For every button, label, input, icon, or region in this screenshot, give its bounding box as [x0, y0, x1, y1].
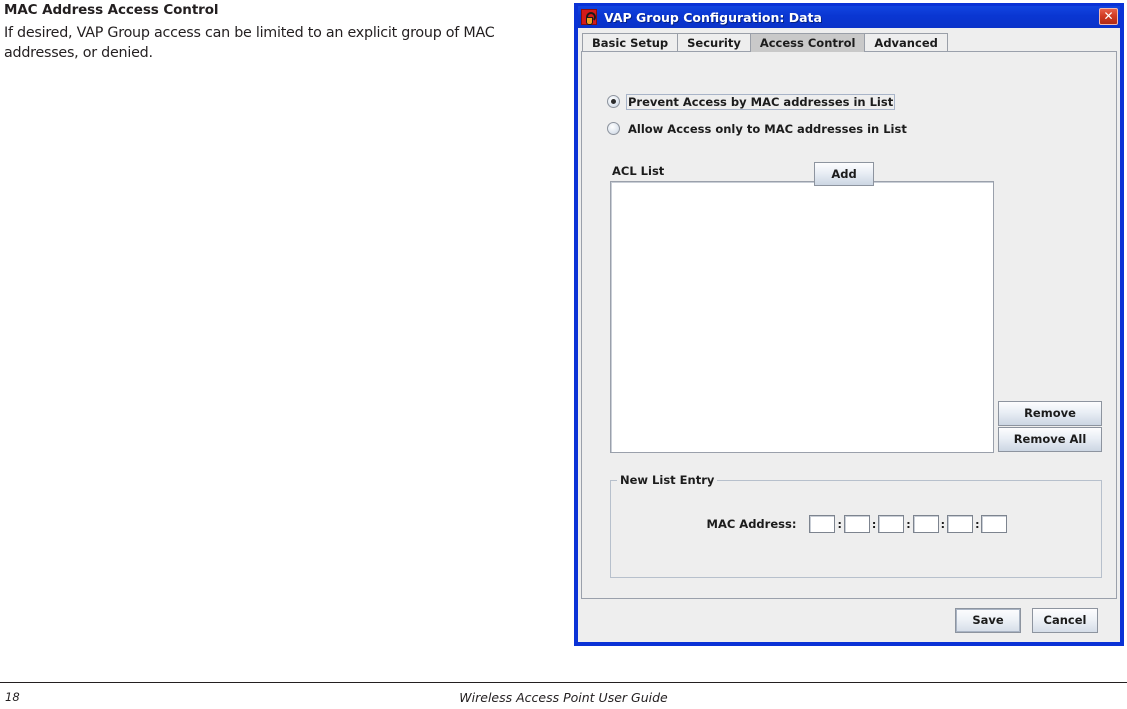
- mac-octet-input-3[interactable]: [878, 515, 905, 533]
- page-body-text: If desired, VAP Group access can be limi…: [4, 25, 495, 61]
- dialog-button-bar: Save Cancel: [581, 601, 1117, 639]
- mac-separator-2: :: [871, 517, 877, 531]
- mac-separator-5: :: [975, 517, 980, 531]
- mac-separator-3: :: [906, 517, 911, 531]
- mac-octet-input-5[interactable]: [947, 515, 974, 533]
- mac-address-label: MAC Address:: [706, 517, 797, 531]
- mac-octet-input-1[interactable]: [809, 515, 836, 533]
- dialog-title: VAP Group Configuration: Data: [604, 9, 822, 25]
- tab-advanced[interactable]: Advanced: [864, 33, 948, 52]
- add-button[interactable]: Add: [814, 162, 874, 186]
- radio-button-allow-access[interactable]: [607, 122, 620, 135]
- mac-separator-4: :: [940, 517, 946, 531]
- vap-group-configuration-dialog: VAP Group Configuration: Data ✕ Basic Se…: [575, 4, 1123, 645]
- page-title: MAC Address Access Control: [4, 2, 219, 18]
- manual-text-column: MAC Address Access Control If desired, V…: [4, 0, 556, 63]
- dialog-titlebar[interactable]: VAP Group Configuration: Data ✕: [578, 6, 1120, 28]
- remove-button[interactable]: Remove: [998, 401, 1102, 426]
- tab-access-control[interactable]: Access Control: [749, 33, 866, 52]
- radio-label-prevent-access: Prevent Access by MAC addresses in List: [626, 93, 896, 110]
- mac-octet-input-2[interactable]: [843, 515, 870, 533]
- acl-list-label: ACL List: [612, 164, 665, 178]
- save-button[interactable]: Save: [955, 607, 1021, 633]
- footer-guide-title: Wireless Access Point User Guide: [459, 690, 668, 705]
- mac-address-row: MAC Address: : : : : :: [611, 515, 1103, 533]
- java-coffee-cup-icon: [581, 9, 597, 25]
- remove-all-button[interactable]: Remove All: [998, 427, 1102, 452]
- new-list-entry-legend: New List Entry: [617, 473, 718, 487]
- cancel-button[interactable]: Cancel: [1032, 607, 1098, 633]
- access-control-panel: Prevent Access by MAC addresses in List …: [581, 51, 1117, 599]
- tab-security[interactable]: Security: [677, 33, 751, 52]
- radio-option-allow-access[interactable]: Allow Access only to MAC addresses in Li…: [607, 120, 909, 137]
- acl-list-box[interactable]: [610, 181, 994, 453]
- new-list-entry-group: New List Entry MAC Address: : : : : :: [610, 473, 1103, 578]
- tab-bar: Basic Setup Security Access Control Adva…: [578, 28, 1120, 52]
- mac-separator-1: :: [837, 517, 842, 531]
- radio-option-prevent-access[interactable]: Prevent Access by MAC addresses in List: [607, 93, 896, 110]
- mac-octet-input-6[interactable]: [981, 515, 1008, 533]
- close-icon[interactable]: ✕: [1099, 8, 1118, 25]
- footer-divider: [0, 682, 1127, 683]
- radio-button-prevent-access[interactable]: [607, 95, 620, 108]
- mac-octet-input-4[interactable]: [912, 515, 939, 533]
- tab-basic-setup[interactable]: Basic Setup: [582, 33, 679, 52]
- radio-label-allow-access: Allow Access only to MAC addresses in Li…: [628, 121, 907, 136]
